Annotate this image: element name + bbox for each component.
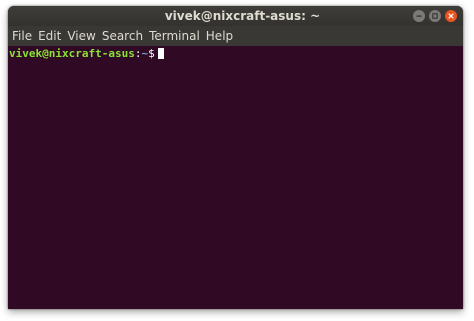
window-controls — [413, 10, 457, 22]
menu-bar: File Edit View Search Terminal Help — [8, 26, 463, 46]
window-title: vivek@nixcraft-asus: ~ — [164, 9, 321, 23]
menu-view[interactable]: View — [64, 26, 98, 46]
terminal-window: vivek@nixcraft-asus: ~ File Edit View Se… — [8, 6, 463, 309]
prompt-line: vivek@nixcraft-asus:~$ — [9, 47, 462, 61]
menu-search[interactable]: Search — [99, 26, 146, 46]
menu-edit[interactable]: Edit — [35, 26, 64, 46]
close-icon — [448, 13, 454, 19]
prompt-symbol: $ — [148, 47, 155, 60]
prompt-user-host: vivek@nixcraft-asus — [9, 47, 135, 60]
menu-file[interactable]: File — [9, 26, 35, 46]
menu-terminal[interactable]: Terminal — [146, 26, 203, 46]
minimize-button[interactable] — [413, 10, 425, 22]
menu-help[interactable]: Help — [203, 26, 236, 46]
minimize-icon — [416, 15, 422, 17]
title-bar[interactable]: vivek@nixcraft-asus: ~ — [8, 6, 463, 26]
maximize-icon — [432, 13, 438, 19]
terminal-area[interactable]: vivek@nixcraft-asus:~$ — [8, 46, 463, 309]
close-button[interactable] — [445, 10, 457, 22]
maximize-button[interactable] — [429, 10, 441, 22]
text-cursor — [157, 48, 164, 59]
